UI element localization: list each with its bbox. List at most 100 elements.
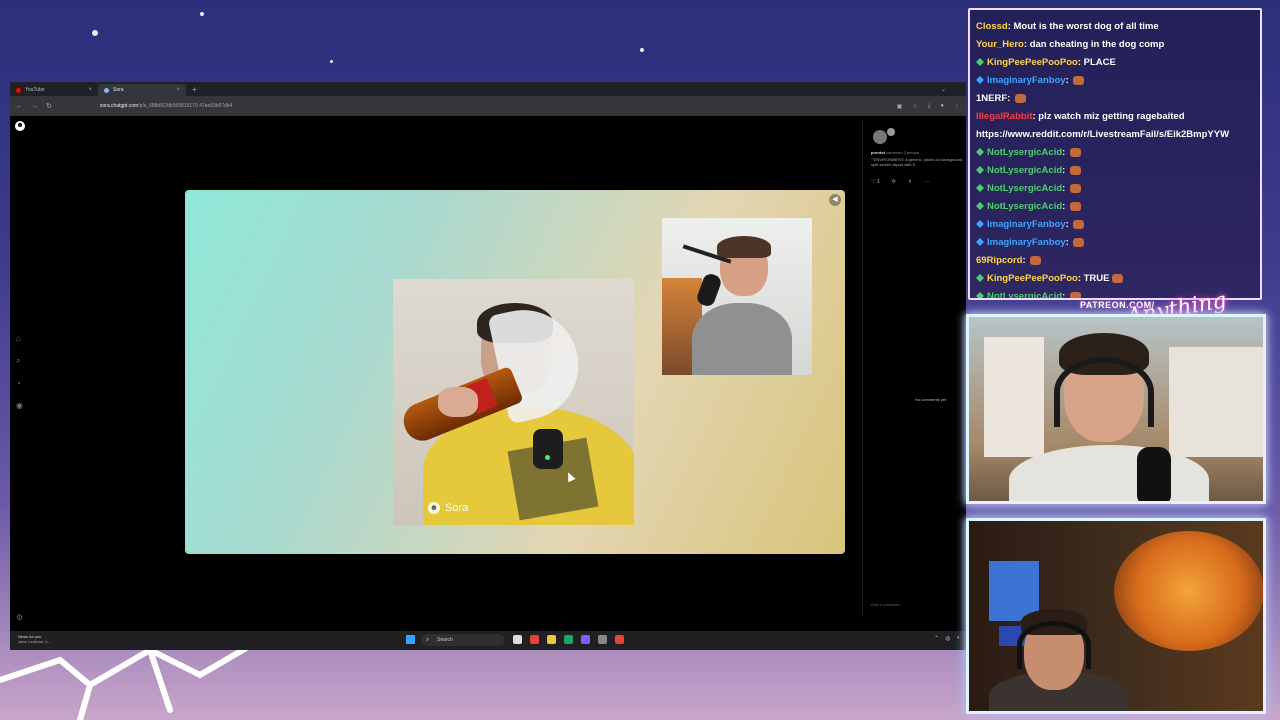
home-icon[interactable]: ⌂: [16, 334, 23, 343]
stream-chat: Clossd: Mout is the worst dog of all tim…: [968, 8, 1262, 300]
chat-message: NotLysergicAcid:: [976, 180, 1254, 198]
chat-username[interactable]: Your_Hero: [976, 39, 1024, 50]
chat-emote-icon: [1073, 237, 1085, 247]
chat-separator: :: [1062, 165, 1068, 176]
chat-emote-icon: [1069, 147, 1081, 157]
chat-separator: :: [1062, 291, 1068, 300]
app-icon[interactable]: [564, 635, 573, 644]
sora-favicon-icon: [104, 87, 109, 93]
chat-separator: :: [1065, 219, 1072, 230]
headphones-icon: [1017, 621, 1091, 669]
avatar[interactable]: [887, 128, 895, 136]
windows-start-icon[interactable]: [406, 635, 415, 644]
chat-username[interactable]: NotLysergicAcid: [987, 165, 1062, 176]
chat-emote-icon: [1073, 219, 1085, 229]
chat-username[interactable]: KingPeePeePooPoo: [987, 273, 1078, 284]
backdrop-star: [640, 48, 644, 52]
chat-separator: :: [1065, 237, 1072, 248]
chat-badge-icon: [976, 184, 984, 193]
chat-badge-icon: [976, 76, 984, 85]
tab-sora[interactable]: Sora ×: [98, 84, 186, 96]
octopus-mural-shape: [1114, 531, 1263, 651]
network-icon[interactable]: ◍: [945, 635, 950, 642]
volume-icon[interactable]: ◖: [956, 635, 960, 642]
app-icon[interactable]: [615, 635, 624, 644]
tab-bar: YouTube × Sora × + ⌄: [10, 82, 966, 96]
tab-youtube[interactable]: YouTube ×: [10, 84, 98, 96]
back-icon[interactable]: ←: [16, 103, 23, 110]
like-button[interactable]: ♡ 1: [871, 179, 880, 185]
tab-label: Sora: [113, 87, 124, 93]
chat-username[interactable]: Clossd: [976, 21, 1008, 32]
chat-text: plz watch miz getting ragebaited: [1038, 111, 1185, 122]
bookmark-star-icon[interactable]: ☆: [912, 103, 917, 110]
close-tab-icon[interactable]: ×: [88, 87, 92, 93]
reload-icon[interactable]: ↻: [46, 102, 52, 110]
post-description: ""ENVIRONMENT: A generic, pastel-co back…: [871, 157, 964, 167]
video-left-clip: ☻ Sora: [393, 279, 634, 525]
chat-username[interactable]: ImaginaryFanboy: [987, 75, 1066, 86]
task-view-icon[interactable]: [513, 635, 522, 644]
notifications-icon[interactable]: ◔: [16, 379, 23, 388]
chat-username[interactable]: NotLysergicAcid: [987, 201, 1062, 212]
chat-username[interactable]: 69Ripcord: [976, 255, 1022, 266]
chat-text: TRUE: [1083, 273, 1110, 284]
more-icon[interactable]: ⋯: [924, 179, 929, 185]
sora-logo-icon[interactable]: ☻: [15, 121, 25, 131]
remix-icon[interactable]: ⟳: [892, 179, 896, 185]
chat-username[interactable]: ImaginaryFanboy: [987, 237, 1066, 248]
watermark-label: Sora: [445, 502, 469, 514]
extension-icon[interactable]: ▣: [897, 103, 903, 110]
post-author[interactable]: prontot cameoed 2 people: [871, 150, 919, 155]
tray-chevron-icon[interactable]: ⌃: [934, 635, 939, 642]
chat-username[interactable]: ImaginaryFanboy: [987, 219, 1066, 230]
discord-icon[interactable]: [581, 635, 590, 644]
chat-badge-icon: [976, 148, 984, 157]
chat-badge-icon: [976, 202, 984, 211]
chat-username[interactable]: 1NERF: [976, 93, 1007, 104]
tab-search-chevron-icon[interactable]: ⌄: [941, 86, 946, 93]
microphone-icon: [1137, 447, 1171, 501]
chrome-icon[interactable]: [530, 635, 539, 644]
profile-icon[interactable]: ●: [940, 103, 944, 110]
taskbar-search[interactable]: ⌕ Search: [421, 634, 505, 646]
chat-emote-icon: [1069, 201, 1081, 211]
chat-username[interactable]: NotLysergicAcid: [987, 147, 1062, 158]
file-explorer-icon[interactable]: [547, 635, 556, 644]
chat-emote-icon: [1069, 183, 1081, 193]
search-icon[interactable]: ⌕: [16, 356, 23, 366]
close-tab-icon[interactable]: ×: [176, 87, 180, 93]
profile-icon[interactable]: ◉: [16, 401, 23, 410]
chat-separator: :: [1062, 201, 1068, 212]
chat-message: KingPeePeePooPoo: TRUE: [976, 270, 1254, 288]
cabinet-shape: [984, 337, 1044, 457]
chat-emote-icon: [1030, 255, 1042, 265]
news-widget[interactable]: News for you Jane Lockhart, b...: [18, 634, 51, 644]
comment-input[interactable]: Add a comment...: [871, 602, 961, 607]
settings-icon[interactable]: ⚙: [16, 613, 23, 622]
video-player[interactable]: ◀ ☻ Sora: [185, 190, 845, 554]
chat-separator: :: [1007, 93, 1013, 104]
webcam-top: [966, 314, 1266, 504]
chat-message: NotLysergicAcid:: [976, 144, 1254, 162]
chat-emote-icon: [1111, 273, 1123, 283]
chat-username[interactable]: NotLysergicAcid: [987, 183, 1062, 194]
avatar[interactable]: [873, 130, 887, 144]
chat-username[interactable]: IllegalRabbit: [976, 111, 1032, 122]
chat-username[interactable]: KingPeePeePooPoo: [987, 57, 1078, 68]
download-icon[interactable]: ⤓: [928, 103, 931, 110]
forward-icon[interactable]: →: [31, 103, 38, 110]
chat-message: KingPeePeePooPoo: PLACE: [976, 54, 1254, 72]
webcam-bottom: [966, 518, 1266, 714]
dresser-shape: [1169, 347, 1263, 457]
chat-separator: :: [1022, 255, 1029, 266]
mute-icon[interactable]: ◀: [829, 194, 841, 206]
chat-text: Mout is the worst dog of all time: [1013, 21, 1159, 32]
app-icon[interactable]: [598, 635, 607, 644]
chat-username[interactable]: NotLysergicAcid: [987, 291, 1062, 298]
menu-icon[interactable]: ⋮: [954, 103, 960, 110]
share-icon[interactable]: ⇪: [908, 179, 912, 185]
url-field[interactable]: sora.chatgpt.com/p/s_68fb862db950815175 …: [100, 103, 233, 109]
like-count: 1: [876, 179, 880, 185]
new-tab-icon[interactable]: +: [192, 85, 197, 94]
